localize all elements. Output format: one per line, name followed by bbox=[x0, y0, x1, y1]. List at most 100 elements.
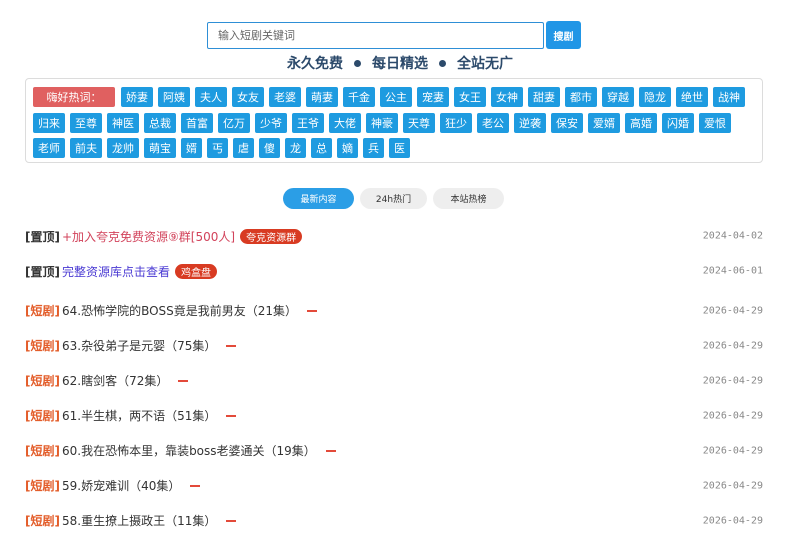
list-item[interactable]: [短剧] 62.瞎剑客（72集） 2026-04-29 bbox=[25, 363, 763, 398]
hot-tag[interactable]: 总 bbox=[311, 138, 332, 158]
hot-tag[interactable]: 虐 bbox=[233, 138, 254, 158]
short-drama-tag: [短剧] bbox=[25, 339, 60, 353]
hot-tag[interactable]: 娇妻 bbox=[121, 87, 153, 107]
hot-tag[interactable]: 穿越 bbox=[602, 87, 634, 107]
hot-tag[interactable]: 龙 bbox=[285, 138, 306, 158]
list-item-title[interactable]: 62.瞎剑客（72集） bbox=[62, 372, 168, 389]
list-item-title[interactable]: 58.重生撩上摄政王（11集） bbox=[62, 512, 216, 529]
list-item[interactable]: [置顶] 完整资源库点击查看 鸡盒盘 2024-06-01 bbox=[25, 249, 763, 293]
hot-tag[interactable]: 甜妻 bbox=[528, 87, 560, 107]
hot-tag[interactable]: 神豪 bbox=[366, 113, 398, 133]
hot-tags-row: 娇妻 阿姨 夫人 女友 老婆 萌妻 千金 公主 宠妻 女王 女神 甜妻 都市 穿越 隐龙 绝世 战神 bbox=[121, 87, 750, 107]
hot-tag[interactable]: 老公 bbox=[477, 113, 509, 133]
list-item-title[interactable]: 61.半生棋，两不语（51集） bbox=[62, 407, 216, 424]
list-item-date: 2024-06-01 bbox=[702, 265, 763, 277]
list-item-badge[interactable]: 夸克资源群 bbox=[240, 228, 303, 244]
hot-tags-row: 老师 前夫 龙帅 萌宝婿丐虐傻龙总嫡兵医 bbox=[33, 138, 415, 158]
list-item-title[interactable]: 63.杂役弟子是元婴（75集） bbox=[62, 337, 216, 354]
list-item-title[interactable]: 64.恐怖学院的BOSS竟是我前男友（21集） bbox=[62, 302, 297, 319]
hot-tag[interactable]: 绝世 bbox=[676, 87, 708, 107]
list-item[interactable]: [短剧] 59.娇宠难训（40集） 2026-04-29 bbox=[25, 468, 763, 503]
hot-tag[interactable]: 都市 bbox=[565, 87, 597, 107]
slogan-item: 全站无广 bbox=[457, 56, 513, 72]
search-box bbox=[207, 22, 544, 49]
dot-separator bbox=[354, 59, 361, 67]
short-drama-tag: [短剧] bbox=[25, 304, 60, 318]
hot-tag[interactable]: 夫人 bbox=[195, 87, 227, 107]
hot-tags-row: 归来 至尊 神医 总裁 首富 亿万 少爷 王爷 大佬 神豪 天尊 狂少 老公 逆袭 保安 爱婿 高婚 闪婚 爱恨 bbox=[33, 113, 736, 133]
pinned-tag: [置顶] bbox=[25, 264, 60, 279]
hot-tag[interactable]: 少爷 bbox=[255, 113, 287, 133]
hot-tag[interactable]: 萌妻 bbox=[306, 87, 338, 107]
list-item[interactable]: [短剧] 58.重生撩上摄政王（11集） 2026-04-29 bbox=[25, 503, 763, 538]
pinned-tag: [置顶] bbox=[25, 229, 60, 244]
hot-tag[interactable]: 龙帅 bbox=[107, 138, 139, 158]
hot-tag[interactable]: 婿 bbox=[181, 138, 202, 158]
hot-tag[interactable]: 大佬 bbox=[329, 113, 361, 133]
hot-tag[interactable]: 王爷 bbox=[292, 113, 324, 133]
list-item-badge[interactable]: 鸡盒盘 bbox=[175, 263, 217, 279]
slogan-item: 永久免费 bbox=[287, 56, 343, 72]
list-item[interactable]: [置顶] +加入夸克免费资源⑨群[500人] 夸克资源群 2024-04-02 bbox=[25, 223, 763, 249]
hot-tag[interactable]: 老师 bbox=[33, 138, 65, 158]
list-item-title[interactable]: +加入夸克免费资源⑨群[500人] bbox=[62, 228, 235, 245]
hot-tag[interactable]: 爱婿 bbox=[588, 113, 620, 133]
hot-tag[interactable]: 亿万 bbox=[218, 113, 250, 133]
hot-tag[interactable]: 阿姨 bbox=[158, 87, 190, 107]
hot-tag[interactable]: 宠妻 bbox=[417, 87, 449, 107]
tab-latest[interactable]: 最新内容 bbox=[283, 188, 354, 209]
hot-tag[interactable]: 医 bbox=[389, 138, 410, 158]
list-item-date: 2026-04-29 bbox=[702, 480, 763, 491]
hot-tag[interactable]: 天尊 bbox=[403, 113, 435, 133]
hot-tag[interactable]: 首富 bbox=[181, 113, 213, 133]
list-item[interactable]: [短剧] 64.恐怖学院的BOSS竟是我前男友（21集） 2026-04-29 bbox=[25, 293, 763, 328]
hot-tag[interactable]: 至尊 bbox=[70, 113, 102, 133]
dash-icon bbox=[226, 414, 237, 417]
hot-tag[interactable]: 女友 bbox=[232, 87, 264, 107]
short-drama-tag: [短剧] bbox=[25, 444, 60, 458]
hot-tag[interactable]: 爱恨 bbox=[699, 113, 731, 133]
hot-tag[interactable]: 傻 bbox=[259, 138, 280, 158]
tab-24h-hot[interactable]: 24h热门 bbox=[360, 188, 427, 209]
list-item-date: 2026-04-29 bbox=[702, 515, 763, 526]
short-drama-tag: [短剧] bbox=[25, 514, 60, 528]
hot-tag[interactable]: 女神 bbox=[491, 87, 523, 107]
list-item-date: 2026-04-29 bbox=[702, 445, 763, 456]
search-button[interactable]: 搜剧 bbox=[546, 21, 581, 49]
hot-tag[interactable]: 保安 bbox=[551, 113, 583, 133]
hot-tag[interactable]: 隐龙 bbox=[639, 87, 671, 107]
list-item-title[interactable]: 完整资源库点击查看 bbox=[62, 263, 170, 280]
hot-tag[interactable]: 闪婚 bbox=[662, 113, 694, 133]
list-item-date: 2026-04-29 bbox=[702, 375, 763, 386]
short-drama-tag: [短剧] bbox=[25, 479, 60, 493]
hot-tag[interactable]: 总裁 bbox=[144, 113, 176, 133]
hot-keywords-panel: 嗨好热词： 娇妻 阿姨 夫人 女友 老婆 萌妻 千金 公主 宠妻 女王 女神 甜妻 都市 穿越 隐龙 绝世 战神… bbox=[25, 78, 763, 163]
hot-tag[interactable]: 战神 bbox=[713, 87, 745, 107]
list-item[interactable]: [短剧] 60.我在恐怖本里，靠装boss老婆通关（19集） 2026-04-29 bbox=[25, 433, 763, 468]
hot-tag[interactable]: 高婚 bbox=[625, 113, 657, 133]
hot-tag[interactable]: 丐 bbox=[207, 138, 228, 158]
hot-tag[interactable]: 嫡 bbox=[337, 138, 358, 158]
list-item-date: 2024-04-02 bbox=[702, 230, 763, 242]
hot-tag[interactable]: 千金 bbox=[343, 87, 375, 107]
list-item-title[interactable]: 59.娇宠难训（40集） bbox=[62, 477, 180, 494]
search-input[interactable] bbox=[208, 23, 543, 48]
hot-tag[interactable]: 萌宝 bbox=[144, 138, 176, 158]
hot-tag[interactable]: 归来 bbox=[33, 113, 65, 133]
list-item[interactable]: [短剧] 61.半生棋，两不语（51集） 2026-04-29 bbox=[25, 398, 763, 433]
dash-icon bbox=[226, 519, 237, 522]
hot-tag[interactable]: 狂少 bbox=[440, 113, 472, 133]
hot-tag[interactable]: 前夫 bbox=[70, 138, 102, 158]
short-drama-tag: [短剧] bbox=[25, 409, 60, 423]
hot-tag[interactable]: 女王 bbox=[454, 87, 486, 107]
tab-site-ranking[interactable]: 本站热榜 bbox=[433, 188, 504, 209]
hot-tag[interactable]: 老婆 bbox=[269, 87, 301, 107]
hot-tag[interactable]: 神医 bbox=[107, 113, 139, 133]
dash-icon bbox=[325, 449, 336, 452]
list-item-title[interactable]: 60.我在恐怖本里，靠装boss老婆通关（19集） bbox=[62, 442, 316, 459]
list-item[interactable]: [短剧] 63.杂役弟子是元婴（75集） 2026-04-29 bbox=[25, 328, 763, 363]
hot-tag[interactable]: 逆袭 bbox=[514, 113, 546, 133]
slogan-item: 每日精选 bbox=[372, 56, 428, 72]
hot-tag[interactable]: 兵 bbox=[363, 138, 384, 158]
hot-tag[interactable]: 公主 bbox=[380, 87, 412, 107]
